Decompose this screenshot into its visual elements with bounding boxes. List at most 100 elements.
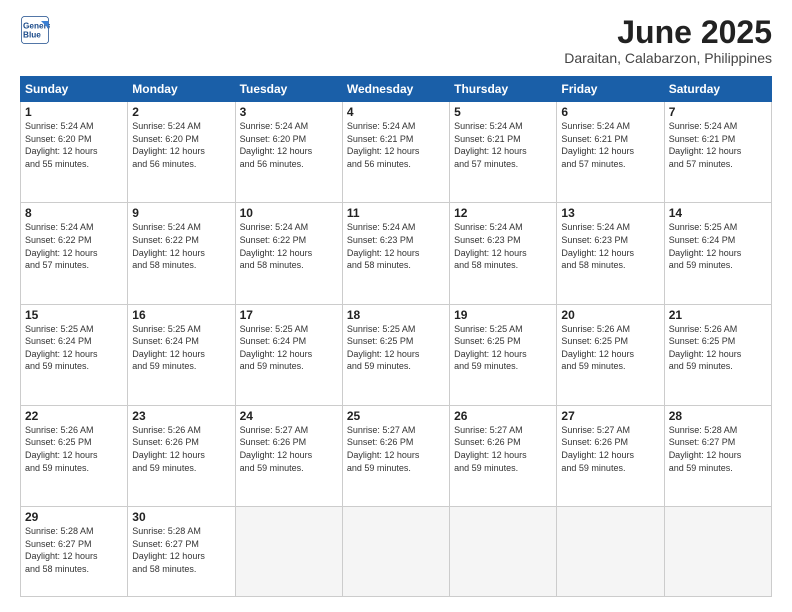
day-info: Sunrise: 5:25 AM Sunset: 6:24 PM Dayligh…: [240, 323, 338, 373]
calendar-week-row: 22Sunrise: 5:26 AM Sunset: 6:25 PM Dayli…: [21, 405, 772, 506]
header-saturday: Saturday: [664, 77, 771, 102]
table-row: 22Sunrise: 5:26 AM Sunset: 6:25 PM Dayli…: [21, 405, 128, 506]
table-row: 7Sunrise: 5:24 AM Sunset: 6:21 PM Daylig…: [664, 102, 771, 203]
table-row: 5Sunrise: 5:24 AM Sunset: 6:21 PM Daylig…: [450, 102, 557, 203]
table-row: 17Sunrise: 5:25 AM Sunset: 6:24 PM Dayli…: [235, 304, 342, 405]
day-info: Sunrise: 5:27 AM Sunset: 6:26 PM Dayligh…: [454, 424, 552, 474]
table-row: 29Sunrise: 5:28 AM Sunset: 6:27 PM Dayli…: [21, 507, 128, 597]
logo-icon: General Blue: [20, 15, 50, 45]
table-row: 19Sunrise: 5:25 AM Sunset: 6:25 PM Dayli…: [450, 304, 557, 405]
day-number: 14: [669, 206, 767, 220]
day-info: Sunrise: 5:24 AM Sunset: 6:22 PM Dayligh…: [132, 221, 230, 271]
table-row: 8Sunrise: 5:24 AM Sunset: 6:22 PM Daylig…: [21, 203, 128, 304]
day-number: 6: [561, 105, 659, 119]
header-tuesday: Tuesday: [235, 77, 342, 102]
day-number: 10: [240, 206, 338, 220]
weekday-header-row: Sunday Monday Tuesday Wednesday Thursday…: [21, 77, 772, 102]
table-row: [450, 507, 557, 597]
table-row: 18Sunrise: 5:25 AM Sunset: 6:25 PM Dayli…: [342, 304, 449, 405]
table-row: 23Sunrise: 5:26 AM Sunset: 6:26 PM Dayli…: [128, 405, 235, 506]
day-info: Sunrise: 5:25 AM Sunset: 6:25 PM Dayligh…: [454, 323, 552, 373]
day-number: 22: [25, 409, 123, 423]
day-info: Sunrise: 5:27 AM Sunset: 6:26 PM Dayligh…: [561, 424, 659, 474]
day-info: Sunrise: 5:25 AM Sunset: 6:24 PM Dayligh…: [25, 323, 123, 373]
header: General Blue June 2025 Daraitan, Calabar…: [20, 15, 772, 66]
day-info: Sunrise: 5:25 AM Sunset: 6:24 PM Dayligh…: [132, 323, 230, 373]
table-row: [342, 507, 449, 597]
day-number: 1: [25, 105, 123, 119]
day-info: Sunrise: 5:24 AM Sunset: 6:23 PM Dayligh…: [561, 221, 659, 271]
day-number: 3: [240, 105, 338, 119]
day-number: 15: [25, 308, 123, 322]
table-row: 30Sunrise: 5:28 AM Sunset: 6:27 PM Dayli…: [128, 507, 235, 597]
day-info: Sunrise: 5:26 AM Sunset: 6:26 PM Dayligh…: [132, 424, 230, 474]
day-number: 28: [669, 409, 767, 423]
table-row: 24Sunrise: 5:27 AM Sunset: 6:26 PM Dayli…: [235, 405, 342, 506]
day-number: 5: [454, 105, 552, 119]
table-row: 21Sunrise: 5:26 AM Sunset: 6:25 PM Dayli…: [664, 304, 771, 405]
table-row: [235, 507, 342, 597]
table-row: 12Sunrise: 5:24 AM Sunset: 6:23 PM Dayli…: [450, 203, 557, 304]
table-row: 28Sunrise: 5:28 AM Sunset: 6:27 PM Dayli…: [664, 405, 771, 506]
header-wednesday: Wednesday: [342, 77, 449, 102]
day-info: Sunrise: 5:24 AM Sunset: 6:23 PM Dayligh…: [454, 221, 552, 271]
table-row: [557, 507, 664, 597]
calendar-week-row: 15Sunrise: 5:25 AM Sunset: 6:24 PM Dayli…: [21, 304, 772, 405]
svg-text:Blue: Blue: [23, 31, 41, 40]
table-row: 13Sunrise: 5:24 AM Sunset: 6:23 PM Dayli…: [557, 203, 664, 304]
location: Daraitan, Calabarzon, Philippines: [564, 50, 772, 66]
table-row: 3Sunrise: 5:24 AM Sunset: 6:20 PM Daylig…: [235, 102, 342, 203]
title-block: June 2025 Daraitan, Calabarzon, Philippi…: [564, 15, 772, 66]
day-number: 13: [561, 206, 659, 220]
day-info: Sunrise: 5:27 AM Sunset: 6:26 PM Dayligh…: [347, 424, 445, 474]
day-number: 11: [347, 206, 445, 220]
table-row: 26Sunrise: 5:27 AM Sunset: 6:26 PM Dayli…: [450, 405, 557, 506]
day-info: Sunrise: 5:25 AM Sunset: 6:24 PM Dayligh…: [669, 221, 767, 271]
table-row: 9Sunrise: 5:24 AM Sunset: 6:22 PM Daylig…: [128, 203, 235, 304]
day-info: Sunrise: 5:28 AM Sunset: 6:27 PM Dayligh…: [25, 525, 123, 575]
table-row: 14Sunrise: 5:25 AM Sunset: 6:24 PM Dayli…: [664, 203, 771, 304]
day-number: 12: [454, 206, 552, 220]
calendar-table: Sunday Monday Tuesday Wednesday Thursday…: [20, 76, 772, 597]
header-friday: Friday: [557, 77, 664, 102]
table-row: 1Sunrise: 5:24 AM Sunset: 6:20 PM Daylig…: [21, 102, 128, 203]
day-info: Sunrise: 5:26 AM Sunset: 6:25 PM Dayligh…: [561, 323, 659, 373]
day-number: 29: [25, 510, 123, 524]
day-info: Sunrise: 5:24 AM Sunset: 6:22 PM Dayligh…: [240, 221, 338, 271]
day-info: Sunrise: 5:26 AM Sunset: 6:25 PM Dayligh…: [669, 323, 767, 373]
day-number: 30: [132, 510, 230, 524]
day-info: Sunrise: 5:24 AM Sunset: 6:20 PM Dayligh…: [240, 120, 338, 170]
day-info: Sunrise: 5:27 AM Sunset: 6:26 PM Dayligh…: [240, 424, 338, 474]
day-number: 27: [561, 409, 659, 423]
day-number: 26: [454, 409, 552, 423]
day-number: 18: [347, 308, 445, 322]
table-row: [664, 507, 771, 597]
table-row: 2Sunrise: 5:24 AM Sunset: 6:20 PM Daylig…: [128, 102, 235, 203]
day-number: 21: [669, 308, 767, 322]
header-sunday: Sunday: [21, 77, 128, 102]
day-info: Sunrise: 5:24 AM Sunset: 6:20 PM Dayligh…: [25, 120, 123, 170]
day-number: 24: [240, 409, 338, 423]
calendar-week-row: 29Sunrise: 5:28 AM Sunset: 6:27 PM Dayli…: [21, 507, 772, 597]
day-number: 8: [25, 206, 123, 220]
day-number: 16: [132, 308, 230, 322]
month-title: June 2025: [564, 15, 772, 50]
table-row: 11Sunrise: 5:24 AM Sunset: 6:23 PM Dayli…: [342, 203, 449, 304]
day-number: 17: [240, 308, 338, 322]
day-number: 25: [347, 409, 445, 423]
header-monday: Monday: [128, 77, 235, 102]
day-info: Sunrise: 5:24 AM Sunset: 6:23 PM Dayligh…: [347, 221, 445, 271]
page: General Blue June 2025 Daraitan, Calabar…: [0, 0, 792, 612]
day-info: Sunrise: 5:24 AM Sunset: 6:22 PM Dayligh…: [25, 221, 123, 271]
table-row: 6Sunrise: 5:24 AM Sunset: 6:21 PM Daylig…: [557, 102, 664, 203]
day-number: 2: [132, 105, 230, 119]
day-info: Sunrise: 5:28 AM Sunset: 6:27 PM Dayligh…: [132, 525, 230, 575]
day-info: Sunrise: 5:24 AM Sunset: 6:21 PM Dayligh…: [454, 120, 552, 170]
day-number: 19: [454, 308, 552, 322]
calendar-week-row: 8Sunrise: 5:24 AM Sunset: 6:22 PM Daylig…: [21, 203, 772, 304]
logo: General Blue: [20, 15, 50, 45]
table-row: 20Sunrise: 5:26 AM Sunset: 6:25 PM Dayli…: [557, 304, 664, 405]
day-info: Sunrise: 5:24 AM Sunset: 6:20 PM Dayligh…: [132, 120, 230, 170]
day-info: Sunrise: 5:28 AM Sunset: 6:27 PM Dayligh…: [669, 424, 767, 474]
table-row: 4Sunrise: 5:24 AM Sunset: 6:21 PM Daylig…: [342, 102, 449, 203]
